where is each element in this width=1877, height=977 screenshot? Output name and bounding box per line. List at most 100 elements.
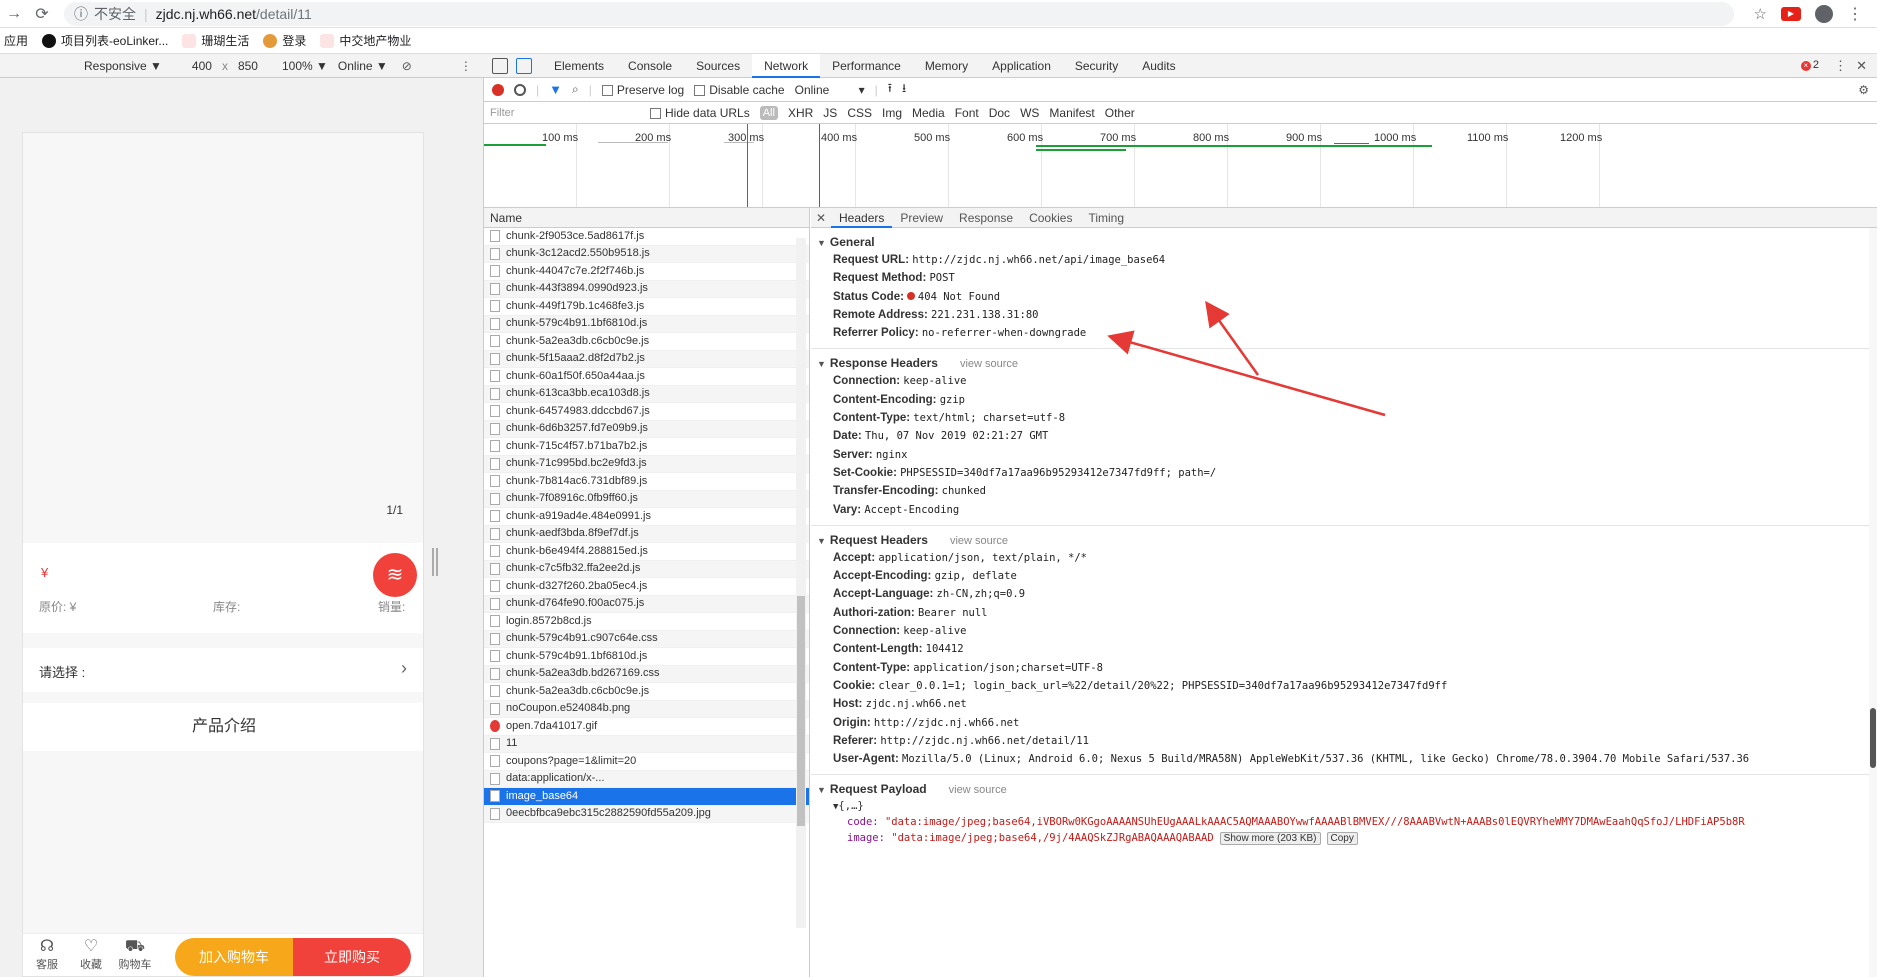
- filter-media[interactable]: Media: [912, 106, 945, 120]
- close-icon[interactable]: ✕: [1856, 58, 1867, 74]
- filter-js[interactable]: JS: [823, 106, 837, 120]
- tab-console[interactable]: Console: [616, 54, 684, 78]
- request-list-scrollbar[interactable]: [796, 238, 806, 928]
- request-row[interactable]: data:application/x-...: [484, 770, 809, 788]
- forward-icon[interactable]: →: [0, 5, 28, 23]
- account-icon[interactable]: [1815, 4, 1833, 23]
- tab-timing[interactable]: Timing: [1080, 208, 1132, 228]
- tab-memory[interactable]: Memory: [913, 54, 980, 78]
- request-row[interactable]: chunk-5f15aaa2.d8f2d7b2.js: [484, 350, 809, 368]
- tab-elements[interactable]: Elements: [542, 54, 616, 78]
- youtube-extension-icon[interactable]: ▶: [1781, 6, 1801, 21]
- devtools-menu-icon[interactable]: ⋮: [1834, 58, 1847, 74]
- request-row[interactable]: chunk-5a2ea3db.c6cb0c9e.js: [484, 333, 809, 351]
- request-row[interactable]: chunk-c7c5fb32.ffa2ee2d.js: [484, 560, 809, 578]
- request-row[interactable]: chunk-a919ad4e.484e0991.js: [484, 508, 809, 526]
- star-icon[interactable]: ☆: [1754, 5, 1767, 23]
- request-row[interactable]: chunk-6d6b3257.fd7e09b9.js: [484, 420, 809, 438]
- tab-audits[interactable]: Audits: [1130, 54, 1187, 78]
- request-row[interactable]: chunk-579c4b91.1bf6810d.js: [484, 648, 809, 666]
- request-row[interactable]: chunk-b6e494f4.288815ed.js: [484, 543, 809, 561]
- request-row[interactable]: chunk-64574983.ddccbd67.js: [484, 403, 809, 421]
- filter-manifest[interactable]: Manifest: [1049, 106, 1094, 120]
- tab-security[interactable]: Security: [1063, 54, 1130, 78]
- details-scrollbar[interactable]: [1869, 228, 1877, 977]
- search-icon[interactable]: ⌕: [572, 82, 579, 97]
- device-width-input[interactable]: 400: [192, 59, 212, 73]
- request-row[interactable]: chunk-60a1f50f.650a44aa.js: [484, 368, 809, 386]
- viewport-resize-handle[interactable]: [432, 548, 438, 576]
- request-row[interactable]: noCoupon.e524084b.png: [484, 700, 809, 718]
- request-headers-toggle[interactable]: ▼ Request Headers view source: [811, 531, 1877, 549]
- copy-button[interactable]: Copy: [1326, 832, 1358, 846]
- view-source-link[interactable]: view source: [949, 784, 1007, 796]
- address-bar[interactable]: ⓘ 不安全 | zjdc.nj.wh66.net/detail/11: [64, 1, 1734, 26]
- request-row[interactable]: chunk-7b814ac6.731dbf89.js: [484, 473, 809, 491]
- filter-all[interactable]: All: [759, 105, 778, 120]
- spec-selector[interactable]: 请选择 : ›: [23, 648, 423, 692]
- product-image-carousel[interactable]: 1/1: [23, 133, 423, 533]
- network-overview-timeline[interactable]: 100 ms 200 ms 300 ms 400 ms 500 ms 600 m…: [484, 124, 1877, 208]
- export-har-icon[interactable]: ⭳: [902, 79, 906, 100]
- filter-icon[interactable]: ▼: [549, 82, 562, 97]
- request-payload-toggle[interactable]: ▼ Request Payload view source: [811, 780, 1877, 798]
- settings-gear-icon[interactable]: ⚙: [1858, 83, 1869, 97]
- menu-icon[interactable]: ⋮: [1847, 4, 1863, 24]
- info-icon[interactable]: ⓘ: [74, 4, 88, 24]
- error-count-badge[interactable]: × 2: [1800, 59, 1819, 71]
- request-row[interactable]: 11: [484, 735, 809, 753]
- service-button[interactable]: ☊ 客服: [27, 938, 67, 972]
- request-row[interactable]: chunk-449f179b.1c468fe3.js: [484, 298, 809, 316]
- tab-cookies[interactable]: Cookies: [1021, 208, 1080, 228]
- request-row[interactable]: open.7da41017.gif: [484, 718, 809, 736]
- request-row[interactable]: chunk-d327f260.2ba05ec4.js: [484, 578, 809, 596]
- request-row[interactable]: chunk-579c4b91.c907c64e.css: [484, 630, 809, 648]
- bookmark-apps[interactable]: 应用: [4, 32, 28, 49]
- filter-doc[interactable]: Doc: [989, 106, 1010, 120]
- request-row[interactable]: chunk-71c995bd.bc2e9fd3.js: [484, 455, 809, 473]
- filter-img[interactable]: Img: [882, 106, 902, 120]
- tab-headers[interactable]: Headers: [831, 208, 893, 228]
- bookmark-eolinker[interactable]: 项目列表-eoLinker...: [42, 32, 168, 49]
- view-source-link[interactable]: view source: [960, 358, 1018, 370]
- filter-xhr[interactable]: XHR: [788, 106, 813, 120]
- filter-ws[interactable]: WS: [1020, 106, 1039, 120]
- request-row[interactable]: chunk-7f08916c.0fb9ff60.js: [484, 490, 809, 508]
- close-details-icon[interactable]: ✕: [811, 211, 831, 225]
- filter-css[interactable]: CSS: [847, 106, 872, 120]
- device-menu-icon[interactable]: ⋮: [460, 59, 472, 73]
- tab-response[interactable]: Response: [951, 208, 1021, 228]
- inspect-icon[interactable]: [492, 57, 508, 74]
- add-to-cart-button[interactable]: 加入购物车: [175, 938, 293, 976]
- floating-menu-button[interactable]: ≋: [373, 553, 417, 597]
- tab-sources[interactable]: Sources: [684, 54, 752, 78]
- general-toggle[interactable]: ▼ General: [811, 233, 1877, 251]
- request-row[interactable]: image_base64: [484, 788, 809, 806]
- network-throttle-select[interactable]: Online ▼: [338, 59, 388, 73]
- record-icon[interactable]: [492, 83, 504, 96]
- clear-icon[interactable]: [514, 83, 526, 96]
- tab-application[interactable]: Application: [980, 54, 1063, 78]
- favorite-button[interactable]: ♡ 收藏: [71, 938, 111, 972]
- show-more-button[interactable]: Show more (203 KB): [1219, 832, 1321, 846]
- rotate-icon[interactable]: ⊘: [402, 59, 412, 73]
- name-column-header[interactable]: Name: [484, 208, 810, 228]
- request-row[interactable]: chunk-5a2ea3db.bd267169.css: [484, 665, 809, 683]
- device-toggle-icon[interactable]: [516, 57, 532, 74]
- payload-object-toggle[interactable]: ▼{,…}: [811, 798, 1877, 814]
- request-row[interactable]: chunk-715c4f57.b71ba7b2.js: [484, 438, 809, 456]
- tab-network[interactable]: Network: [752, 53, 821, 78]
- request-row[interactable]: chunk-2f9053ce.5ad8617f.js: [484, 228, 809, 246]
- tab-performance[interactable]: Performance: [820, 54, 913, 78]
- import-har-icon[interactable]: ⭱: [888, 79, 892, 100]
- hide-data-urls-checkbox[interactable]: Hide data URLs: [650, 106, 750, 120]
- request-row[interactable]: chunk-44047c7e.2f2f746b.js: [484, 263, 809, 281]
- bookmark-zhongjiao[interactable]: 中交地产物业: [320, 32, 411, 49]
- device-height-input[interactable]: 850: [238, 59, 258, 73]
- preserve-log-checkbox[interactable]: Preserve log: [601, 83, 684, 97]
- buy-now-button[interactable]: 立即购买: [293, 938, 411, 976]
- device-mode-select[interactable]: Responsive ▼: [84, 59, 162, 73]
- request-row[interactable]: chunk-d764fe90.f00ac075.js: [484, 595, 809, 613]
- request-row[interactable]: chunk-5a2ea3db.c6cb0c9e.js: [484, 683, 809, 701]
- request-row[interactable]: chunk-579c4b91.1bf6810d.js: [484, 315, 809, 333]
